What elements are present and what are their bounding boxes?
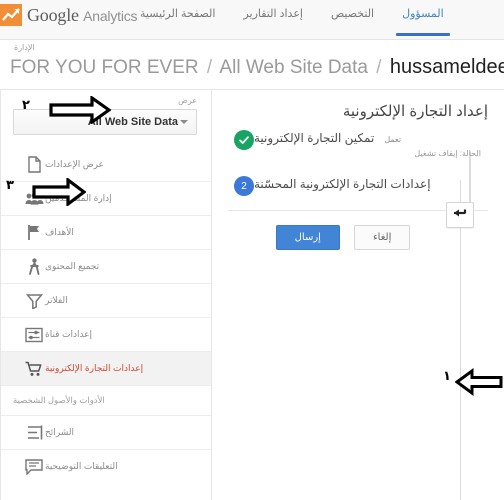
breadcrumb: FOR YOU FOR EVER / All Web Site Data / h… bbox=[10, 56, 504, 79]
step-1-flag: تعمل bbox=[384, 135, 402, 144]
submit-button[interactable]: إرسال bbox=[275, 225, 340, 250]
sidebar-item-content-grouping[interactable]: تجميع المحتوى bbox=[1, 249, 211, 283]
admin-sidebar: عرض All Web Site Data عرض الإعدادات إدار… bbox=[0, 90, 212, 500]
flag-icon bbox=[23, 223, 45, 243]
back-button[interactable] bbox=[446, 202, 474, 228]
sidebar-item-filters-label: الفلاتر bbox=[45, 295, 68, 305]
sidebar-item-goals[interactable]: الأهداف bbox=[1, 215, 211, 249]
check-circle-icon bbox=[234, 130, 254, 150]
annotation-arrow-3 bbox=[32, 178, 86, 206]
sidebar-item-filters[interactable]: الفلاتر bbox=[1, 283, 211, 317]
shopping-cart-icon bbox=[23, 359, 45, 379]
tab-customization[interactable]: التخصيص bbox=[317, 0, 388, 40]
annotation-arrow-1 bbox=[455, 368, 503, 396]
breadcrumb-account[interactable]: FOR YOU FOR EVER bbox=[10, 57, 199, 78]
step-enhanced-ecommerce[interactable]: 2 إعدادات التجارة الإلكترونية المحسّنة bbox=[226, 176, 482, 196]
page-body: إعداد التجارة الإلكترونية تمكين التجارة bbox=[0, 90, 504, 500]
google-analytics-logo[interactable]: Google Analytics bbox=[0, 0, 138, 26]
step-1-title[interactable]: تمكين التجارة الإلكترونية bbox=[254, 131, 374, 145]
annotation-number-3: ٣ bbox=[6, 178, 14, 193]
sidebar-item-goals-label: الأهداف bbox=[45, 227, 74, 237]
step-2-title[interactable]: إعدادات التجارة الإلكترونية المحسّنة bbox=[254, 177, 431, 191]
sidebar-item-channel-settings[interactable]: إعدادات قناة bbox=[1, 317, 211, 351]
annotation-arrow-2 bbox=[49, 96, 111, 124]
tab-home-label: الصفحة الرئيسية bbox=[140, 8, 216, 20]
step-enable-ecommerce[interactable]: تمكين التجارة الإلكترونية تعمل الحالة: إ… bbox=[226, 130, 482, 158]
sidebar-item-segments-label: الشرائح bbox=[45, 427, 75, 437]
chevron-down-icon bbox=[180, 120, 188, 124]
nav-tabs: المسؤول التخصيص إعداد التقارير الصفحة ال… bbox=[126, 0, 458, 40]
breadcrumb-separator-2: / bbox=[376, 57, 382, 78]
admin-section-label: الإدارة bbox=[14, 43, 35, 52]
annotation-number-1: ١ bbox=[443, 369, 451, 384]
sidebar-section-personal-tools: الأدوات والأصول الشخصية bbox=[1, 385, 211, 415]
walking-person-icon bbox=[23, 257, 45, 277]
segments-icon bbox=[23, 423, 45, 443]
tab-home[interactable]: الصفحة الرئيسية bbox=[126, 0, 229, 40]
sidebar-item-annotations[interactable]: التعليقات التوضيحية bbox=[1, 449, 211, 483]
document-icon bbox=[23, 154, 45, 174]
tab-reporting[interactable]: إعداد التقارير bbox=[229, 0, 317, 40]
setup-steps: تمكين التجارة الإلكترونية تعمل الحالة: إ… bbox=[226, 130, 490, 206]
page-title: إعداد التجارة الإلكترونية bbox=[342, 103, 488, 120]
annotation-number-2: ٢ bbox=[22, 98, 30, 113]
sidebar-item-content-grouping-label: تجميع المحتوى bbox=[45, 261, 100, 271]
channel-settings-icon bbox=[23, 325, 45, 345]
sidebar-item-annotations-label: التعليقات التوضيحية bbox=[45, 461, 118, 471]
sidebar-item-view-settings[interactable]: عرض الإعدادات bbox=[1, 147, 211, 181]
annotation-arrow-right-icon bbox=[49, 96, 111, 124]
annotation-arrow-left-icon bbox=[455, 368, 503, 396]
sidebar-item-ecommerce-settings-label: إعدادات التجارة الإلكترونية bbox=[45, 363, 144, 373]
annotation-arrow-right-icon bbox=[32, 178, 86, 206]
sidebar-section-label: الأدوات والأصول الشخصية bbox=[13, 395, 105, 405]
tab-admin[interactable]: المسؤول bbox=[388, 0, 458, 40]
brand-wordmark: Google Analytics bbox=[27, 4, 138, 26]
sidebar-item-segments[interactable]: الشرائح bbox=[1, 415, 211, 449]
analytics-chart-icon bbox=[0, 4, 22, 26]
annotation-icon bbox=[23, 457, 45, 477]
step-2-badge: 2 bbox=[234, 176, 254, 196]
tab-reporting-label: إعداد التقارير bbox=[243, 8, 303, 20]
step-2-badge-number: 2 bbox=[241, 180, 247, 192]
breadcrumb-view[interactable]: hussameldeen bbox=[390, 56, 504, 78]
cancel-button[interactable]: إلغاء bbox=[353, 225, 411, 250]
form-actions: إرسال إلغاء bbox=[226, 225, 490, 250]
breadcrumb-separator-1: / bbox=[206, 57, 213, 78]
sidebar-item-view-settings-label: عرض الإعدادات bbox=[45, 158, 104, 169]
tab-customization-label: التخصيص bbox=[330, 8, 375, 20]
breadcrumb-property[interactable]: All Web Site Data bbox=[219, 57, 368, 78]
funnel-icon bbox=[23, 291, 45, 311]
breadcrumb-band: الإدارة FOR YOU FOR EVER / All Web Site … bbox=[0, 40, 504, 90]
tab-admin-label: المسؤول bbox=[402, 8, 444, 20]
brand-google: Google bbox=[27, 4, 79, 25]
step-1-status: الحالة: إيقاف تشغيل bbox=[414, 149, 481, 158]
sidebar-item-ecommerce-settings[interactable]: إعدادات التجارة الإلكترونية bbox=[1, 351, 211, 385]
back-arrow-icon bbox=[453, 206, 468, 224]
top-navigation-bar: Google Analytics المسؤول التخصيص إعداد ا… bbox=[0, 0, 504, 40]
rail-line bbox=[460, 180, 461, 500]
sidebar-item-channel-settings-label: إعدادات قناة bbox=[45, 329, 93, 339]
google-analytics-admin-screen: Google Analytics المسؤول التخصيص إعداد ا… bbox=[0, 0, 504, 500]
